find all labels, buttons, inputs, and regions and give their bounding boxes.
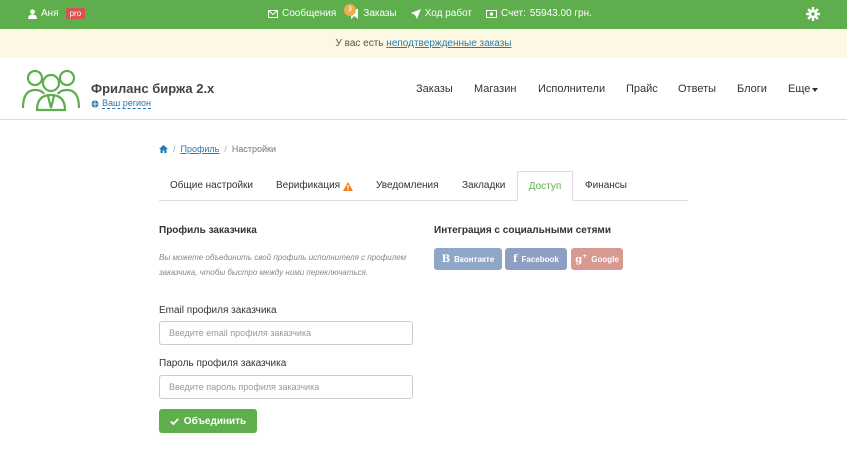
nav-blogs[interactable]: Блоги: [737, 83, 767, 95]
account-value: 55943.00 грн.: [529, 8, 592, 19]
breadcrumb: / Профиль / Настройки: [159, 144, 276, 154]
tab-access[interactable]: Доступ: [517, 171, 573, 201]
user-menu[interactable]: Аня pro: [28, 8, 86, 19]
nav-more[interactable]: Еще: [788, 83, 819, 95]
nav-answers[interactable]: Ответы: [678, 83, 716, 95]
google-label: Google: [591, 254, 619, 264]
facebook-button[interactable]: f Facebook: [505, 248, 567, 270]
account-label: Счет:: [501, 8, 526, 19]
notice-bar: У вас есть неподтвержденные заказы: [0, 29, 847, 58]
vk-label: Вконтакте: [454, 254, 495, 264]
globe-icon: [91, 99, 99, 108]
tab-notifications[interactable]: Уведомления: [376, 171, 439, 201]
money-icon: [486, 9, 497, 18]
warning-icon: [343, 181, 354, 191]
plane-icon: [410, 8, 421, 19]
caret-down-icon: [812, 88, 819, 92]
notice-text: У вас есть: [335, 38, 387, 49]
facebook-label: Facebook: [521, 254, 559, 264]
user-name: Аня: [41, 8, 59, 19]
pro-badge: pro: [65, 8, 86, 19]
messages-label: Сообщения: [282, 8, 337, 19]
customer-profile-title: Профиль заказчика: [159, 225, 257, 236]
region-selector[interactable]: Ваш регион: [91, 98, 152, 109]
breadcrumb-profile[interactable]: Профиль: [181, 144, 220, 154]
social-title: Интеграция с социальными сетями: [434, 225, 611, 236]
settings-tabs: Общие настройки Верификация Уведомления …: [159, 171, 688, 201]
facebook-icon: f: [513, 253, 518, 265]
home-icon[interactable]: [159, 145, 168, 153]
google-button[interactable]: g+ Google: [571, 248, 623, 270]
site-header: Фриланс биржа 2.x Ваш регион Заказы Мага…: [0, 58, 847, 120]
work-progress-label: Ход работ: [424, 8, 472, 19]
tab-verification[interactable]: Верификация: [276, 171, 354, 201]
breadcrumb-separator: /: [173, 144, 176, 154]
orders-link[interactable]: Заказы: [350, 8, 397, 19]
region-label: Ваш регион: [102, 98, 152, 109]
orders-label: Заказы: [363, 8, 397, 19]
nav-orders[interactable]: Заказы: [416, 83, 453, 95]
messages-link[interactable]: Сообщения: [268, 8, 336, 19]
vk-icon: B: [441, 253, 451, 265]
main-nav: Заказы Магазин Исполнители Прайс Ответы …: [0, 83, 847, 97]
nav-shop[interactable]: Магазин: [474, 83, 516, 95]
password-field[interactable]: [159, 375, 413, 399]
password-label: Пароль профиля заказчика: [159, 358, 287, 369]
nav-prices[interactable]: Прайс: [626, 83, 658, 95]
orders-count-badge: 3: [344, 4, 356, 16]
tab-bookmarks[interactable]: Закладки: [462, 171, 505, 201]
envelope-icon: [268, 9, 278, 18]
merge-button[interactable]: Объединить: [159, 409, 257, 433]
vk-button[interactable]: B Вконтакте: [434, 248, 502, 270]
merge-button-label: Объединить: [183, 415, 247, 427]
tab-verification-label: Верификация: [276, 180, 341, 191]
gear-icon[interactable]: [806, 7, 820, 21]
email-field[interactable]: [159, 321, 413, 345]
top-bar: Аня pro Сообщения Заказы Ход работ Счет:…: [0, 0, 847, 29]
unconfirmed-orders-link[interactable]: неподтвержденные заказы: [386, 38, 511, 49]
work-progress-link[interactable]: Ход работ: [410, 8, 472, 19]
breadcrumb-current: Настройки: [231, 144, 277, 154]
breadcrumb-separator: /: [224, 144, 227, 154]
customer-profile-hint: Вы можете объединить свой профиль исполн…: [159, 253, 407, 277]
email-label: Email профиля заказчика: [159, 305, 277, 316]
account-link[interactable]: Счет: 55943.00 грн.: [486, 8, 592, 19]
tab-general[interactable]: Общие настройки: [170, 171, 253, 201]
nav-more-label: Еще: [788, 83, 811, 95]
tab-finances[interactable]: Финансы: [585, 171, 627, 201]
check-icon: [169, 417, 179, 425]
top-nav: Сообщения Заказы Ход работ Счет: 55943.0…: [268, 8, 606, 19]
google-plus-icon: g+: [575, 252, 588, 266]
nav-freelancers[interactable]: Исполнители: [538, 83, 605, 95]
user-icon: [28, 8, 37, 19]
